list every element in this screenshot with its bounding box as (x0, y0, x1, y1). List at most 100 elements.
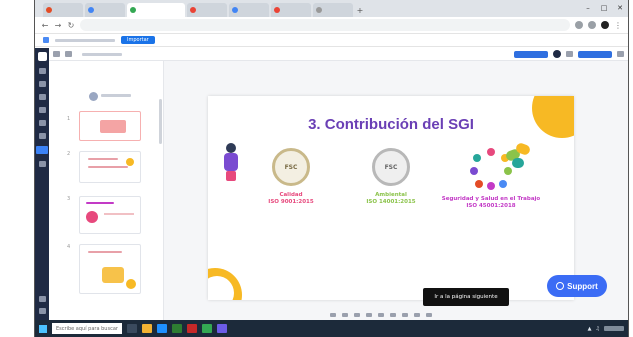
tab-favicon-icon (130, 7, 136, 13)
back-arrow-icon[interactable]: ← (41, 21, 49, 30)
certification-seal-icon: FSC (272, 148, 310, 186)
extension-icon[interactable] (588, 21, 596, 29)
nav-uploads-icon[interactable] (38, 120, 46, 126)
zoom-out-icon[interactable] (366, 312, 372, 317)
collaborator-avatar[interactable] (553, 50, 561, 58)
slide-column-environment: FSC Ambiental ISO 14001:2015 (341, 148, 441, 216)
apps-grid-icon[interactable] (43, 37, 49, 43)
browser-menu-icon[interactable]: ⋮ (614, 21, 622, 30)
new-tab-plus-icon[interactable]: + (355, 5, 365, 17)
settings-gear-icon[interactable] (566, 51, 573, 57)
import-bookmarks-button[interactable]: Importar (121, 36, 155, 44)
support-label: Support (567, 281, 598, 291)
undo-icon[interactable] (53, 51, 60, 57)
slide-title[interactable]: 3. Contribución del SGI (208, 116, 574, 133)
slide-thumbnail[interactable] (79, 196, 141, 234)
timer-icon[interactable] (342, 312, 348, 317)
present-button[interactable] (514, 50, 548, 58)
slide-number: 1 (67, 116, 71, 122)
nav-elements-icon[interactable] (38, 81, 46, 87)
help-icon[interactable] (38, 296, 46, 302)
column-label: Ambiental ISO 14001:2015 (366, 192, 416, 205)
volume-icon[interactable]: ♫ (596, 326, 600, 332)
grid-view-icon[interactable] (354, 312, 360, 317)
browser-window: + – □ ✕ ← → ↻ ⋮ Importar 1 2 3 4 3. Cont… (34, 0, 629, 337)
slide-thumbnail[interactable] (79, 151, 141, 183)
browser-tab[interactable] (271, 3, 311, 17)
nav-pages-icon[interactable] (36, 146, 48, 154)
slide-number: 2 (67, 151, 71, 157)
nav-images-icon[interactable] (38, 107, 46, 113)
column-label: Calidad ISO 9001:2015 (268, 192, 314, 205)
zoom-in-icon[interactable] (378, 312, 384, 317)
app-logo-icon[interactable] (37, 52, 47, 61)
help-icon[interactable] (426, 312, 432, 317)
profile-avatar-icon[interactable] (601, 21, 609, 29)
user-name (101, 94, 131, 97)
browser-tab[interactable] (313, 3, 353, 17)
maximize-icon[interactable]: □ (596, 0, 612, 17)
excel-icon[interactable] (172, 324, 182, 333)
powerpoint-icon[interactable] (187, 324, 197, 333)
tab-favicon-icon (274, 7, 280, 13)
close-icon[interactable]: ✕ (612, 0, 628, 17)
thumb-shape (102, 267, 124, 283)
browser-tab[interactable] (229, 3, 269, 17)
tab-favicon-icon (88, 7, 94, 13)
support-chat-icon (556, 282, 565, 290)
edge-icon[interactable] (157, 324, 167, 333)
bookmarks-bar: Importar (35, 34, 628, 47)
file-explorer-icon[interactable] (142, 324, 152, 333)
current-slide[interactable]: 3. Contribución del SGI FSC Calidad ISO … (208, 96, 574, 300)
browser-tab[interactable] (43, 3, 83, 17)
tab-favicon-icon (232, 7, 238, 13)
support-button[interactable]: Support (547, 275, 607, 297)
taskbar-search-input[interactable]: Escribe aquí para buscar (52, 323, 122, 334)
slide-thumbnail[interactable] (79, 244, 141, 294)
task-view-icon[interactable] (127, 324, 137, 333)
notes-icon[interactable] (330, 312, 336, 317)
user-avatar[interactable] (89, 92, 98, 101)
reload-icon[interactable]: ↻ (67, 21, 75, 30)
bookmark-item[interactable] (55, 38, 115, 42)
more-icon[interactable] (617, 51, 624, 57)
thumb-line (88, 166, 128, 168)
minimize-icon[interactable]: – (580, 0, 596, 17)
url-input[interactable] (80, 19, 570, 31)
thumbnails-scrollbar[interactable] (159, 99, 162, 144)
left-nav-rail (35, 48, 49, 320)
browser-tab-active[interactable] (127, 3, 185, 17)
hands-illustration (504, 141, 534, 174)
nav-text-icon[interactable] (38, 94, 46, 100)
browser-tab[interactable] (187, 3, 227, 17)
page-next-icon[interactable] (402, 312, 408, 317)
forward-arrow-icon[interactable]: → (54, 21, 62, 30)
windows-taskbar: Escribe aquí para buscar ▲ ♫ (35, 320, 628, 337)
nav-templates-icon[interactable] (38, 68, 46, 74)
slide-thumbnails-panel: 1 2 3 4 (49, 61, 164, 320)
clock[interactable] (604, 326, 624, 331)
nav-charts-icon[interactable] (38, 133, 46, 139)
nav-more-icon[interactable] (38, 161, 46, 167)
extension-icon[interactable] (575, 21, 583, 29)
slide-thumbnail[interactable] (79, 111, 141, 141)
tab-favicon-icon (46, 7, 52, 13)
settings-icon[interactable] (38, 308, 46, 314)
share-button[interactable] (578, 50, 612, 58)
column-label: Seguridad y Salud en el Trabajo ISO 4500… (441, 196, 541, 209)
slide-column-quality: FSC Calidad ISO 9001:2015 (241, 148, 341, 216)
redo-icon[interactable] (65, 51, 72, 57)
windows-start-icon[interactable] (39, 324, 47, 333)
thumb-shape (126, 158, 134, 166)
fullscreen-icon[interactable] (414, 312, 420, 317)
teams-icon[interactable] (217, 324, 227, 333)
chrome-icon[interactable] (202, 324, 212, 333)
browser-tab[interactable] (85, 3, 125, 17)
network-icon[interactable]: ▲ (588, 326, 592, 332)
page-prev-icon[interactable] (390, 312, 396, 317)
tab-favicon-icon (190, 7, 196, 13)
system-tray: ▲ ♫ (588, 326, 624, 332)
thumb-line (88, 251, 122, 253)
thumb-line (104, 213, 134, 215)
thumb-line (86, 202, 114, 204)
